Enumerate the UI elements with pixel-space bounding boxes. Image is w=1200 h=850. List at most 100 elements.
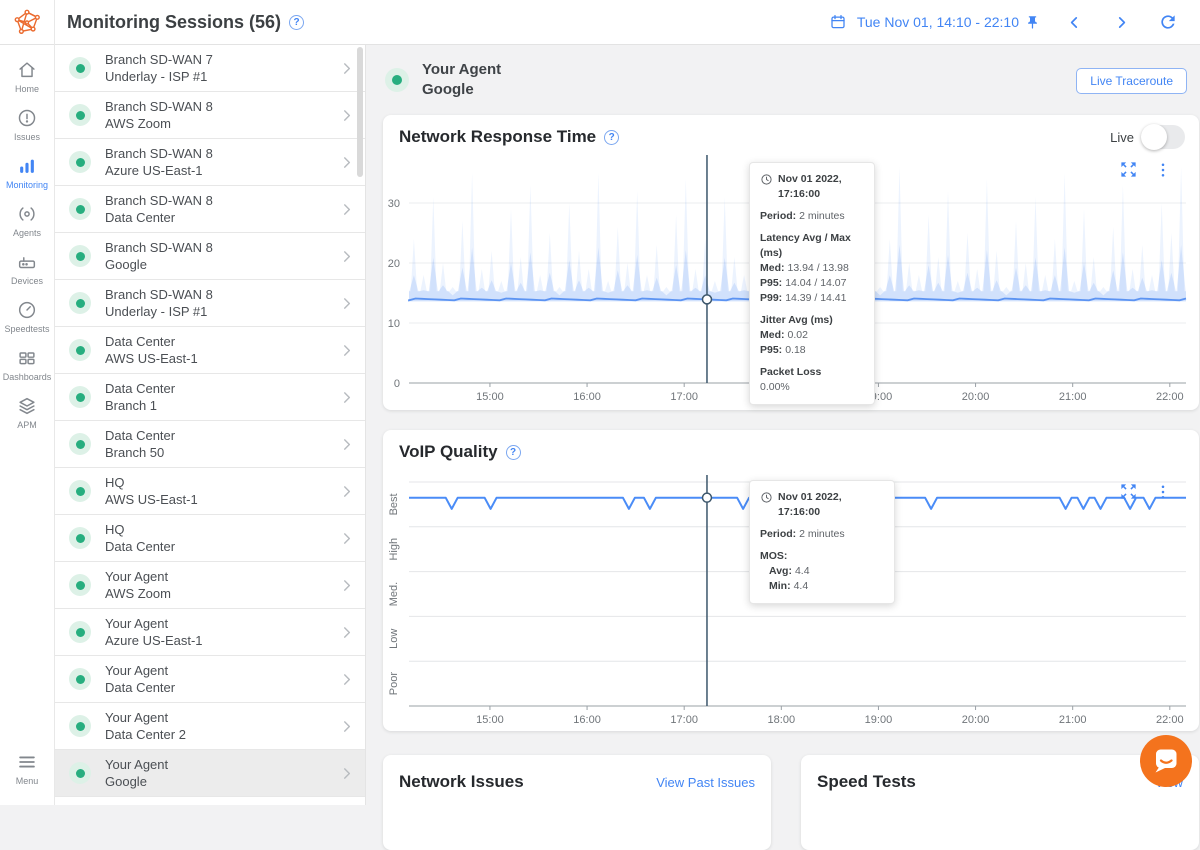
session-list-item[interactable]: HQAWS US-East-1 xyxy=(55,468,365,515)
session-name: Data Center xyxy=(105,380,338,397)
agents-icon xyxy=(16,203,38,225)
help-icon[interactable] xyxy=(289,15,304,30)
nrt-card-title: Network Response Time xyxy=(399,127,619,147)
session-target: Google xyxy=(105,256,338,273)
sidebar-item-agents[interactable]: Agents xyxy=(0,203,55,238)
calendar-icon[interactable] xyxy=(829,13,847,31)
expand-icon[interactable] xyxy=(1119,482,1138,501)
nrt-loss-value: 0.00% xyxy=(760,380,864,395)
monitoring-icon xyxy=(16,155,38,177)
top-bar: Monitoring Sessions (56) Tue Nov 01, 14:… xyxy=(0,0,1200,45)
voip-card-title: VoIP Quality xyxy=(399,442,521,462)
kebab-menu-icon[interactable] xyxy=(1154,161,1172,179)
session-target: Branch 1 xyxy=(105,397,338,414)
session-list-item[interactable]: Data CenterBranch 1 xyxy=(55,374,365,421)
session-list-scrollbar[interactable] xyxy=(357,47,363,177)
kebab-menu-icon[interactable] xyxy=(1154,483,1172,501)
session-list-item[interactable]: Your AgentGoogle xyxy=(55,750,365,797)
chevron-right-icon xyxy=(338,765,355,782)
date-controls: Tue Nov 01, 14:10 - 22:10 xyxy=(829,12,1200,32)
chevron-right-icon xyxy=(338,483,355,500)
svg-text:Low: Low xyxy=(388,629,400,649)
status-dot xyxy=(69,198,91,220)
session-list-item[interactable]: Your AgentData Center xyxy=(55,656,365,703)
chevron-right-icon xyxy=(338,530,355,547)
svg-text:Poor: Poor xyxy=(388,672,400,696)
session-name: Branch SD-WAN 8 xyxy=(105,192,338,209)
session-name: Your Agent xyxy=(105,709,338,726)
expand-icon[interactable] xyxy=(1119,160,1138,179)
tooltip-row: Min:4.4 xyxy=(760,579,884,594)
session-name: Branch SD-WAN 7 xyxy=(105,51,338,68)
sidebar-item-home[interactable]: Home xyxy=(0,59,55,94)
pin-icon[interactable] xyxy=(1025,15,1040,30)
session-list-item[interactable]: Branch SD-WAN 8Google xyxy=(55,233,365,280)
session-list-item[interactable]: Data CenterAWS US-East-1 xyxy=(55,327,365,374)
svg-text:17:00: 17:00 xyxy=(670,391,698,403)
svg-text:0: 0 xyxy=(394,378,400,390)
sidebar-item-apm[interactable]: APM xyxy=(0,395,55,430)
sidebar-item-label: Dashboards xyxy=(3,372,52,382)
next-time-button[interactable] xyxy=(1113,14,1130,31)
session-list-item[interactable]: Data CenterBranch 50 xyxy=(55,421,365,468)
sidebar-item-menu[interactable]: Menu xyxy=(0,751,55,786)
status-dot xyxy=(69,104,91,126)
speed-tests-title: Speed Tests xyxy=(817,772,916,792)
app-logo[interactable] xyxy=(0,0,55,45)
session-list-item[interactable]: Branch SD-WAN 8Underlay - ISP #1 xyxy=(55,280,365,327)
session-target: Data Center 2 xyxy=(105,726,338,743)
session-target: AWS US-East-1 xyxy=(105,350,338,367)
session-list-item[interactable]: Branch SD-WAN 7Underlay - ISP #1 xyxy=(55,45,365,92)
session-target: Data Center xyxy=(105,538,338,555)
sidebar-item-devices[interactable]: Devices xyxy=(0,251,55,286)
live-toggle[interactable] xyxy=(1143,125,1185,149)
status-dot xyxy=(69,715,91,737)
session-list-item[interactable]: Your AgentAWS Zoom xyxy=(55,562,365,609)
help-icon[interactable] xyxy=(506,445,521,460)
svg-text:17:00: 17:00 xyxy=(670,714,698,726)
icon-rail: Home Issues Monitoring Agents Devices Speedte… xyxy=(0,45,55,805)
status-dot xyxy=(69,574,91,596)
nrt-chart-actions xyxy=(1119,160,1172,179)
chat-launcher[interactable] xyxy=(1140,735,1192,787)
sidebar-item-dashboards[interactable]: Dashboards xyxy=(0,347,55,382)
session-name: Your Agent xyxy=(105,662,338,679)
chevron-right-icon xyxy=(338,671,355,688)
apm-icon xyxy=(16,395,38,417)
session-name: Data Center xyxy=(105,427,338,444)
session-name: HQ xyxy=(105,474,338,491)
sidebar-item-speedtests[interactable]: Speedtests xyxy=(0,299,55,334)
session-list-item[interactable]: Branch SD-WAN 8AWS Zoom xyxy=(55,92,365,139)
sidebar-item-monitoring[interactable]: Monitoring xyxy=(0,155,55,190)
tooltip-row: Med:0.02 xyxy=(760,328,864,343)
session-list-item[interactable]: Your AgentAzure US-East-1 xyxy=(55,609,365,656)
prev-time-button[interactable] xyxy=(1066,14,1083,31)
svg-text:15:00: 15:00 xyxy=(476,714,504,726)
svg-text:Med.: Med. xyxy=(388,582,400,606)
session-list-item[interactable]: Your AgentData Center 2 xyxy=(55,703,365,750)
sidebar-item-issues[interactable]: Issues xyxy=(0,107,55,142)
chevron-right-icon xyxy=(338,295,355,312)
session-target: AWS Zoom xyxy=(105,585,338,602)
home-icon xyxy=(16,59,38,81)
network-response-time-card: Network Response Time Live 010203015:001… xyxy=(383,115,1199,410)
help-icon[interactable] xyxy=(604,130,619,145)
session-name: Branch SD-WAN 8 xyxy=(105,145,338,162)
session-name: Your Agent xyxy=(105,756,338,773)
sidebar-item-label: APM xyxy=(17,420,37,430)
session-list-item[interactable]: HQData Center xyxy=(55,515,365,562)
session-target: Google xyxy=(105,773,338,790)
live-traceroute-button[interactable]: Live Traceroute xyxy=(1076,68,1187,94)
date-range[interactable]: Tue Nov 01, 14:10 - 22:10 xyxy=(857,14,1019,30)
session-target: Data Center xyxy=(105,209,338,226)
session-name: Branch SD-WAN 8 xyxy=(105,286,338,303)
session-list-item[interactable]: Branch SD-WAN 8Data Center xyxy=(55,186,365,233)
view-past-issues-link[interactable]: View Past Issues xyxy=(656,775,755,790)
refresh-button[interactable] xyxy=(1158,12,1178,32)
status-dot xyxy=(69,292,91,314)
sidebar-item-label: Speedtests xyxy=(4,324,49,334)
status-dot xyxy=(69,762,91,784)
sidebar-item-label: Issues xyxy=(14,132,40,142)
svg-text:High: High xyxy=(388,538,400,561)
session-list-item[interactable]: Branch SD-WAN 8Azure US-East-1 xyxy=(55,139,365,186)
